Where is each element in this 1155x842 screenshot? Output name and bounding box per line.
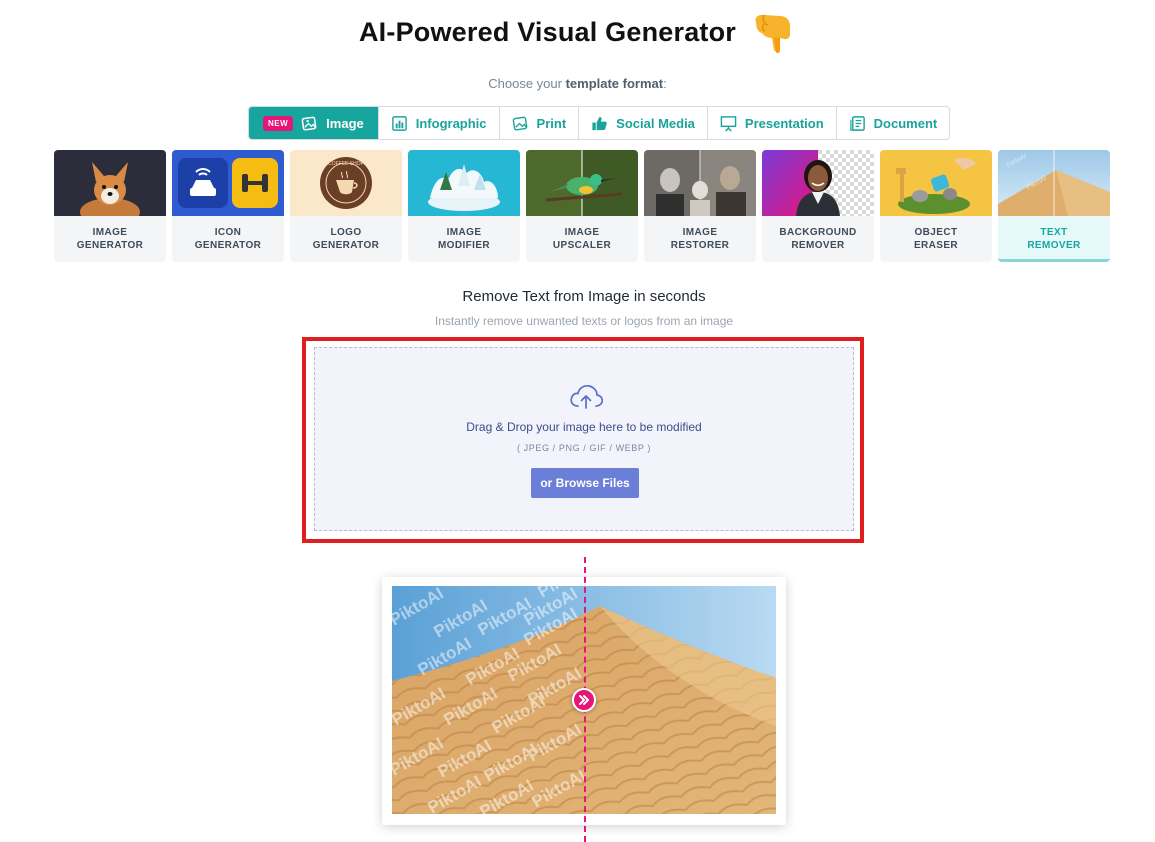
double-chevron-right-icon (579, 695, 589, 705)
tool-label: IMAGE UPSCALER (552, 227, 612, 251)
drop-instruction: Drag & Drop your image here to be modifi… (466, 420, 702, 434)
corgi-thumbnail (54, 150, 166, 216)
presentation-icon (720, 115, 737, 132)
tool-label: OBJECT ERASER (913, 227, 959, 251)
icons-thumbnail (172, 150, 284, 216)
tool-cards: IMAGE GENERATOR ICON GENERATOR COFFEE SH… (54, 150, 1110, 262)
tool-label: IMAGE GENERATOR (76, 227, 144, 251)
tool-card-image-upscaler[interactable]: IMAGE UPSCALER (526, 150, 638, 262)
print-icon (512, 116, 527, 130)
tab-label: Social Media (616, 115, 695, 131)
prompt-suffix: : (663, 76, 667, 91)
coffee-logo-thumbnail: COFFEE SHOP (290, 150, 402, 216)
tab-presentation[interactable]: Presentation (708, 107, 837, 139)
comparison-slider-handle[interactable] (572, 688, 596, 712)
section-title: Remove Text from Image in seconds (462, 288, 706, 305)
tab-infographic[interactable]: Infographic (379, 107, 500, 139)
upload-dropzone[interactable]: Drag & Drop your image here to be modifi… (314, 347, 854, 531)
thumbs-up-icon (592, 116, 607, 130)
accepted-formats: ( JPEG / PNG / GIF / WEBP ) (516, 443, 652, 453)
tool-label: ICON GENERATOR (194, 227, 262, 251)
tab-label: Infographic (415, 115, 487, 131)
tool-label: TEXT REMOVER (1027, 227, 1081, 251)
tab-social-media[interactable]: Social Media (579, 107, 708, 139)
browse-files-button[interactable]: or Browse Files (531, 468, 639, 498)
tab-label: Presentation (744, 115, 824, 131)
bar-chart-icon (391, 115, 407, 131)
image-icon (301, 116, 317, 131)
tab-label: Print (536, 115, 567, 131)
cloud-upload-icon (570, 384, 603, 409)
tool-label: BACKGROUND REMOVER (779, 227, 857, 251)
tool-card-background-remover[interactable]: BACKGROUND REMOVER (762, 150, 874, 262)
tool-label: IMAGE RESTORER (670, 227, 730, 251)
tab-label: Document (873, 115, 938, 131)
safari-animals-thumbnail (880, 150, 992, 216)
pointing-down-hand-icon (755, 14, 791, 54)
tool-label: IMAGE MODIFIER (437, 227, 491, 251)
tool-label: LOGO GENERATOR (312, 227, 380, 251)
tool-card-image-restorer[interactable]: IMAGE RESTORER (644, 150, 756, 262)
tool-card-object-eraser[interactable]: OBJECT ERASER (880, 150, 992, 262)
section-subtitle: Instantly remove unwanted texts or logos… (434, 314, 734, 328)
header: AI-Powered Visual Generator (0, 8, 1155, 56)
page-title: AI-Powered Visual Generator (358, 16, 737, 47)
old-family-photo-thumbnail (644, 150, 756, 216)
prompt-bold-text: template format (565, 76, 664, 91)
tab-label: Image (326, 115, 364, 131)
winter-village-thumbnail (408, 150, 520, 216)
tab-document[interactable]: Document (837, 107, 950, 139)
tool-card-image-modifier[interactable]: IMAGE MODIFIER (408, 150, 520, 262)
document-icon (849, 115, 865, 131)
new-badge: NEW (263, 115, 294, 131)
tool-card-icon-generator[interactable]: ICON GENERATOR (172, 150, 284, 262)
template-format-prompt: Choose your template format: (0, 76, 1155, 91)
desert-thumbnail: PiktoAI PiktoAI (998, 150, 1110, 216)
prompt-text: Choose your (488, 76, 566, 91)
format-tabs: NEW Image Infographic Print Social Media… (248, 106, 951, 140)
bird-thumbnail (526, 150, 638, 216)
tool-card-image-generator[interactable]: IMAGE GENERATOR (54, 150, 166, 262)
logo-arc-text: COFFEE SHOP (328, 161, 365, 167)
tool-card-text-remover[interactable]: PiktoAI PiktoAI TEXT REMOVER (998, 150, 1110, 262)
tool-card-logo-generator[interactable]: COFFEE SHOP LOGO GENERATOR (290, 150, 402, 262)
tab-print[interactable]: Print (500, 107, 580, 139)
tab-image[interactable]: NEW Image (249, 107, 379, 139)
woman-portrait-thumbnail (762, 150, 874, 216)
